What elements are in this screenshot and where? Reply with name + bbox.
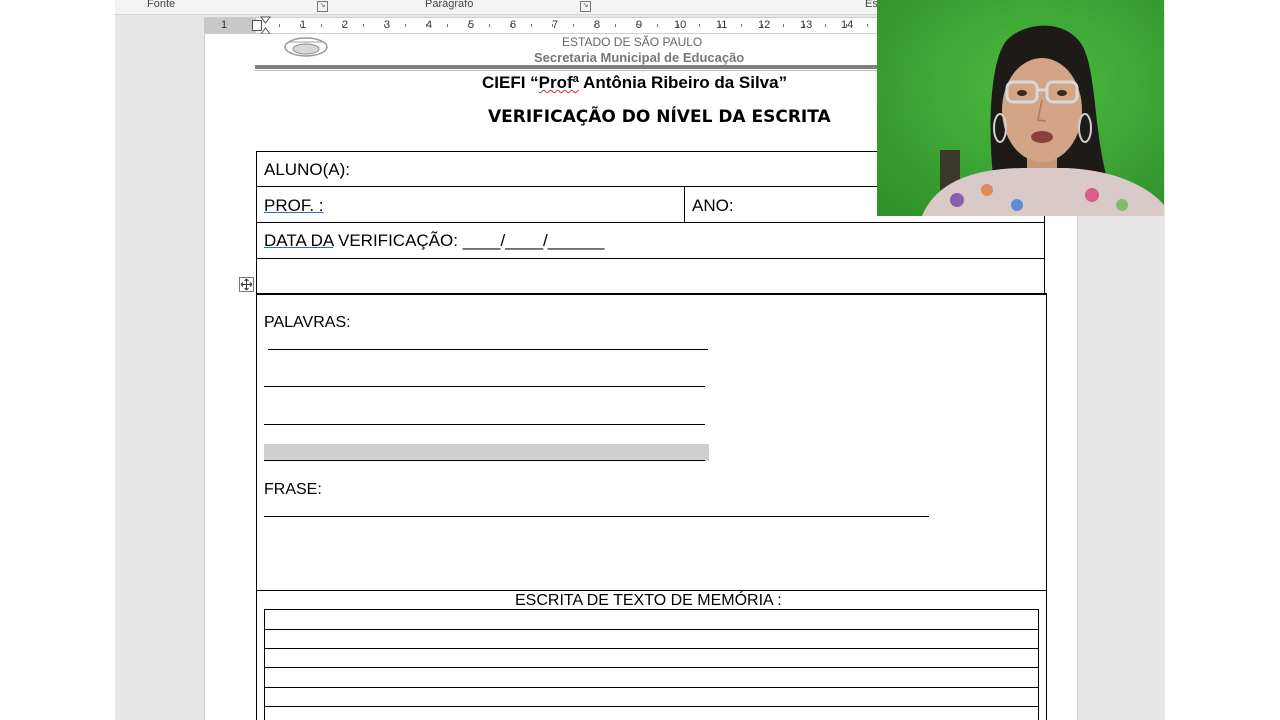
table-border (256, 151, 257, 294)
answer-line (264, 460, 705, 461)
memoria-table-border (264, 609, 265, 720)
ruler-tick (804, 24, 805, 27)
ruler-tick (699, 24, 700, 27)
ruler-tick (489, 24, 490, 27)
ruler-tick (384, 24, 385, 27)
table-border (684, 186, 685, 222)
table-border (256, 258, 1045, 259)
box-border (1046, 294, 1047, 720)
memoria-line (264, 648, 1039, 649)
ruler-tick (573, 24, 574, 27)
ruler-tick (531, 24, 532, 27)
ruler-number: 12 (758, 19, 771, 31)
ribbon-group-paragrafo: Parágrafo (425, 0, 474, 10)
ruler-tick (279, 24, 280, 27)
school-crest-logo (284, 37, 328, 57)
paragrafo-dialog-launcher-icon[interactable]: ↘ (580, 1, 591, 12)
header-separator (255, 65, 883, 69)
memoria-line (264, 687, 1039, 688)
page-title: VERIFICAÇÃO DO NÍVEL DA ESCRITA (488, 107, 831, 127)
ruler-tick (741, 24, 742, 27)
selected-line-highlight[interactable] (264, 444, 709, 461)
answer-line (264, 424, 705, 425)
ruler-tick (510, 24, 511, 27)
header-state: ESTADO DE SÃO PAULO (562, 35, 703, 49)
ano-label: ANO: (692, 196, 734, 215)
aluno-label: ALUNO(A): (264, 160, 350, 179)
ruler-tick (363, 24, 364, 27)
answer-line (268, 349, 708, 350)
ruler-number: 10 (674, 19, 687, 31)
ruler-number: 13 (800, 19, 813, 31)
school-name: CIEFI “Profª Antônia Ribeiro da Silva” (482, 73, 788, 92)
ruler-number: 11 (716, 19, 728, 31)
webcam-overlay (877, 0, 1164, 216)
prof-label: PROF. : (264, 196, 324, 215)
ruler-tick (447, 24, 448, 27)
ruler-tick (846, 24, 847, 27)
ribbon-group-fonte: Fonte (147, 0, 176, 10)
ruler-tick (867, 24, 868, 27)
ruler-tick (300, 24, 301, 27)
table-border (256, 293, 1047, 295)
ruler-left-margin (204, 18, 256, 33)
ruler-number: 1 (221, 19, 228, 31)
header-secretaria: Secretaria Municipal de Educação (534, 50, 745, 65)
data-verificacao-label: DATA DA VERIFICAÇÃO: ____/____/______ (264, 231, 605, 250)
memoria-line (264, 629, 1039, 630)
school-prof-abbrev: Profª (538, 73, 579, 92)
ruler-tick (594, 24, 595, 27)
ruler-tick (426, 24, 427, 27)
answer-line (264, 386, 705, 387)
memoria-line (264, 609, 1039, 610)
ruler-tick (615, 24, 616, 27)
ruler-tick (657, 24, 658, 27)
memoria-table-border (1038, 609, 1039, 720)
box-border (256, 590, 1047, 591)
ruler-tick (762, 24, 763, 27)
box-border (256, 294, 257, 720)
ribbon-group-estilo: Es (865, 0, 878, 10)
memoria-line (264, 667, 1039, 668)
ruler-tick (825, 24, 826, 27)
palavras-label: PALAVRAS: (264, 314, 351, 331)
answer-line-frase (264, 516, 929, 517)
ruler-tick (552, 24, 553, 27)
ruler-tick (720, 24, 721, 27)
memoria-line (264, 706, 1039, 707)
memoria-label: ESCRITA DE TEXTO DE MEMÓRIA : (515, 592, 782, 609)
ruler-tick (636, 24, 637, 27)
ruler-tick (405, 24, 406, 27)
ruler-tick (321, 24, 322, 27)
ruler-tick (342, 24, 343, 27)
header-separator-thin (255, 70, 883, 71)
fonte-dialog-launcher-icon[interactable]: ↘ (317, 1, 328, 12)
ruler-number: 14 (841, 19, 854, 31)
frase-label: FRASE: (264, 481, 322, 498)
horizontal-ruler[interactable]: 1 1 2 3 4 5 6 7 8 9 10 11 12 13 14 (204, 16, 964, 35)
table-border (256, 222, 1045, 223)
presenter-video-image (877, 0, 1164, 216)
ruler-tick (678, 24, 679, 27)
table-move-handle-icon[interactable] (239, 277, 254, 292)
ruler-tick (783, 24, 784, 27)
ruler-tick (468, 24, 469, 27)
